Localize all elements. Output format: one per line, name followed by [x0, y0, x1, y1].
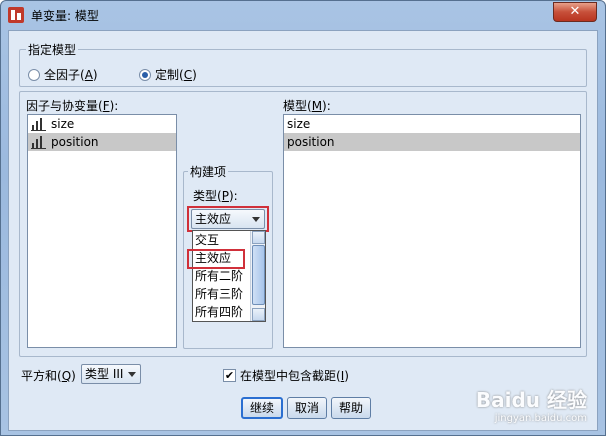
include-intercept-label: 在模型中包含截距(I) [240, 369, 349, 383]
type-label: 类型(P): [193, 189, 238, 203]
spss-app-icon [8, 7, 24, 23]
model-item-position[interactable]: position [284, 133, 580, 151]
close-icon: ✕ [569, 4, 581, 19]
factor-item-position[interactable]: position [28, 133, 176, 151]
factors-listbox[interactable]: size position [27, 114, 177, 348]
baidu-watermark-logo: Baidu 经验 jingyan.baidu.com [475, 388, 587, 424]
cancel-button[interactable]: 取消 [287, 397, 327, 419]
chevron-down-icon [128, 372, 136, 377]
sum-of-squares-combobox[interactable]: 类型 III [81, 364, 141, 384]
model-item-size[interactable]: size [284, 115, 580, 133]
radio-circle [28, 68, 40, 81]
full-factorial-label: 全因子(A) [44, 68, 98, 82]
radio-dot [142, 71, 148, 78]
factor-item-label: size [51, 117, 75, 131]
custom-label: 定制(C) [155, 68, 197, 82]
model-listbox[interactable]: size position [283, 114, 581, 348]
continue-button[interactable]: 继续 [241, 397, 283, 419]
include-intercept-checkbox[interactable]: ✔ 在模型中包含截距(I) [223, 367, 349, 384]
scroll-down-icon[interactable] [252, 308, 265, 321]
factors-label: 因子与协变量(F): [26, 99, 119, 113]
help-button[interactable]: 帮助 [331, 397, 371, 419]
radio-circle [139, 68, 151, 81]
scroll-up-icon[interactable] [252, 231, 265, 244]
scale-variable-icon [31, 118, 46, 131]
dialog-window: 单变量: 模型 ✕ 指定模型 全因子(A) 定制(C) 因子与协变量(F): s… [0, 0, 606, 436]
sum-of-squares-value: 类型 III [85, 367, 124, 381]
combobox-highlight-box [187, 206, 269, 232]
window-title: 单变量: 模型 [31, 9, 99, 23]
checkmark-icon: ✔ [223, 369, 236, 382]
factor-item-size[interactable]: size [28, 115, 176, 133]
dropdown-scrollbar[interactable] [250, 231, 265, 321]
sum-of-squares-label: 平方和(Q) [21, 369, 76, 383]
scale-variable-icon [31, 136, 46, 149]
full-factorial-radio[interactable]: 全因子(A) [28, 66, 98, 83]
close-button[interactable]: ✕ [553, 2, 597, 22]
dialog-client-area: 指定模型 全因子(A) 定制(C) 因子与协变量(F): size positi… [8, 30, 598, 431]
type-dropdown-list[interactable]: 交互 主效应 所有二阶 所有三阶 所有四阶 [192, 230, 266, 322]
specify-model-legend: 指定模型 [26, 41, 79, 58]
model-label: 模型(M): [283, 99, 331, 113]
title-bar[interactable]: 单变量: 模型 ✕ [1, 1, 605, 29]
custom-radio[interactable]: 定制(C) [139, 66, 197, 83]
factor-item-label: position [51, 135, 99, 149]
option-highlight-box [187, 249, 245, 269]
scroll-thumb[interactable] [252, 245, 265, 305]
specify-model-group: 指定模型 全因子(A) 定制(C) [19, 41, 587, 87]
build-term-legend: 构建项 [188, 163, 229, 180]
